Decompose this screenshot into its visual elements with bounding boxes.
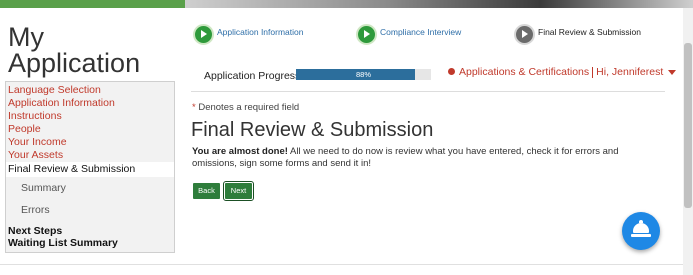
top-banner-strip [0, 0, 693, 8]
scrollbar-thumb[interactable] [684, 43, 692, 208]
sidebar-item-your-income[interactable]: Your Income [8, 136, 67, 148]
link-separator [592, 66, 594, 78]
header-divider [191, 91, 665, 92]
user-menu[interactable]: Hi, Jenniferest [596, 66, 663, 78]
next-button[interactable]: Next [223, 181, 254, 201]
chevron-right-icon [193, 24, 214, 45]
sidebar-item-waiting-list-summary[interactable]: Waiting List Summary [8, 237, 118, 249]
progress-label: Application Progress [204, 70, 301, 82]
sidebar-nav: Language Selection Application Informati… [5, 81, 175, 253]
service-bell-base [631, 234, 651, 237]
sidebar-item-language-selection[interactable]: Language Selection [8, 84, 101, 96]
sidebar-item-your-assets[interactable]: Your Assets [8, 149, 63, 161]
header-links: Applications & Certifications Hi, Jennife… [448, 66, 677, 78]
banner-image-segment [185, 0, 693, 8]
sidebar-item-people[interactable]: People [8, 123, 41, 135]
sidebar-subitem-summary[interactable]: Summary [6, 178, 174, 198]
chevron-right-icon [514, 24, 535, 45]
step-compliance-interview[interactable]: Compliance Interview [356, 24, 496, 48]
intro-text: You are almost done! All we need to do n… [192, 146, 662, 170]
step-final-review[interactable]: Final Review & Submission [514, 24, 664, 48]
intro-bold: You are almost done! [192, 146, 288, 157]
footer-divider [0, 264, 683, 265]
service-bell-icon [633, 223, 649, 233]
sidebar-subitem-errors[interactable]: Errors [6, 200, 174, 220]
back-button[interactable]: Back [193, 183, 220, 199]
progress-bar: 88% [296, 69, 431, 80]
sidebar-item-label: Final Review & Submission [8, 163, 136, 175]
page-title: Final Review & Submission [191, 119, 434, 141]
applications-certifications-link[interactable]: Applications & Certifications [459, 66, 589, 78]
required-note-text: Denotes a required field [195, 102, 300, 113]
step-application-information[interactable]: Application Information [193, 24, 343, 48]
page-scrollbar[interactable] [683, 8, 693, 275]
step-label: Final Review & Submission [538, 27, 641, 37]
sidebar-item-final-review[interactable]: Final Review & Submission [6, 162, 174, 177]
sidebar-item-instructions[interactable]: Instructions [8, 110, 62, 122]
banner-green-segment [0, 0, 185, 8]
sidebar-item-next-steps[interactable]: Next Steps [8, 225, 62, 237]
sidebar-subitem-label: Errors [21, 204, 50, 216]
required-field-note: * Denotes a required field [192, 102, 299, 113]
step-label: Application Information [217, 27, 304, 37]
sidebar-subitem-label: Summary [21, 182, 66, 194]
step-label: Compliance Interview [380, 27, 462, 37]
help-fab-button[interactable] [622, 212, 660, 250]
app-title-line1: My [8, 22, 44, 52]
chevron-right-icon [356, 24, 377, 45]
caret-down-icon[interactable] [668, 69, 677, 75]
app-title: My Application [8, 22, 141, 78]
progress-percent: 88% [355, 70, 371, 79]
app-title-line2: Application [8, 48, 141, 78]
sidebar-item-application-information[interactable]: Application Information [8, 97, 115, 109]
alert-dot-icon [448, 67, 455, 75]
